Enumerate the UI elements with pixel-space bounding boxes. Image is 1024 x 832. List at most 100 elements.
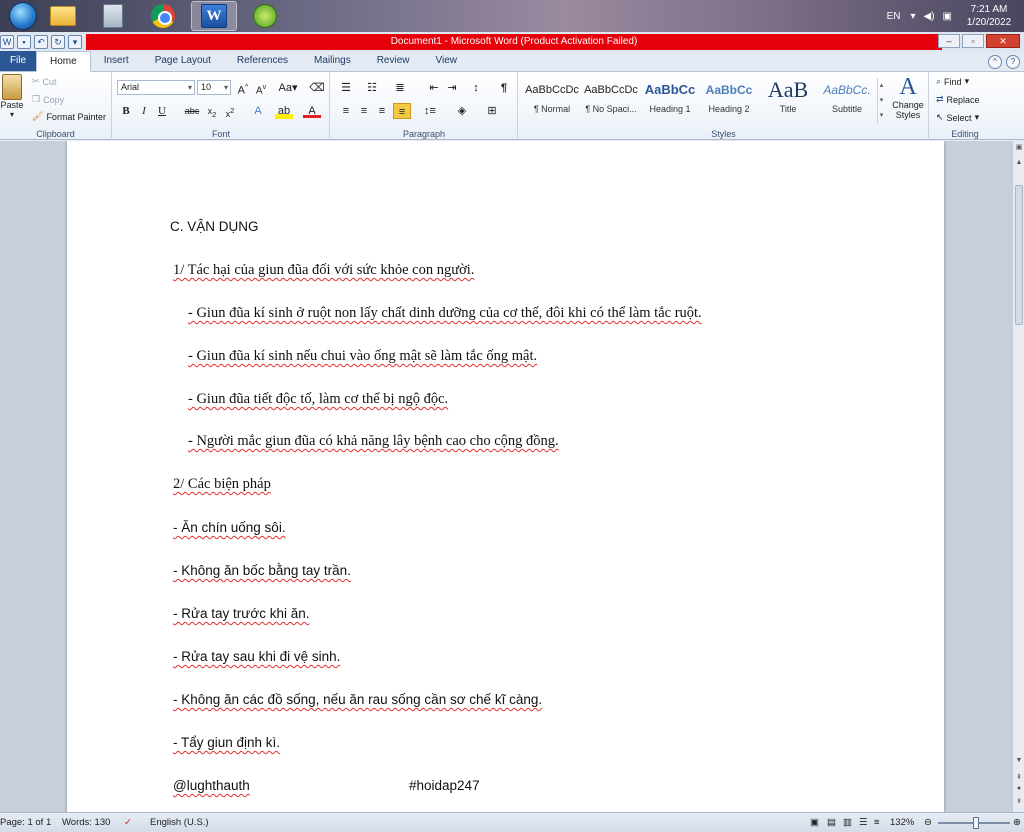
borders-icon[interactable]: ⊞ <box>483 103 501 119</box>
word-count[interactable]: Words: 130 <box>62 817 110 828</box>
language-indicator[interactable]: EN <box>887 11 901 22</box>
chevron-down-icon[interactable]: ▾ <box>910 11 915 22</box>
print-layout-icon[interactable]: ▣ <box>810 817 819 828</box>
redo-icon[interactable]: ↻ <box>51 35 65 49</box>
style-no-spacing[interactable]: AaBbCcDc ¶ No Spaci... <box>582 76 640 126</box>
sort-icon[interactable]: ↕ <box>467 80 485 96</box>
minimize-button[interactable]: – <box>938 34 960 48</box>
show-formatting-icon[interactable]: ¶ <box>495 80 513 96</box>
scroll-up-icon[interactable]: ▲ <box>1014 159 1024 169</box>
style-title[interactable]: AaB Title <box>759 76 817 126</box>
full-screen-reading-icon[interactable]: ▤ <box>827 817 836 828</box>
zoom-slider-handle[interactable] <box>973 817 979 829</box>
tab-insert[interactable]: Insert <box>91 51 142 71</box>
bullets-icon[interactable]: ☰ <box>337 80 355 96</box>
strikethrough-button[interactable]: abc <box>183 103 201 119</box>
next-page-icon[interactable]: ⇟ <box>1014 797 1024 807</box>
justify-icon[interactable]: ≡ <box>393 103 411 119</box>
outline-view-icon[interactable]: ☰ <box>859 817 868 828</box>
italic-button[interactable]: I <box>135 103 153 119</box>
font-name-select[interactable]: Arial <box>117 80 195 95</box>
align-left-icon[interactable]: ≡ <box>337 103 355 119</box>
grow-font-icon[interactable]: A^ <box>234 80 252 97</box>
taskbar-word-button[interactable]: W <box>191 1 237 31</box>
scroll-thumb[interactable] <box>1015 185 1023 325</box>
scroll-down-icon[interactable]: ▼ <box>1014 757 1024 767</box>
change-styles-icon: A <box>899 74 917 100</box>
styles-scroll[interactable]: ▴ ▾ ▾ <box>877 78 885 124</box>
paste-button[interactable]: Paste ▾ <box>0 74 24 119</box>
replace-label: Replace <box>946 94 980 105</box>
style-heading-2[interactable]: AaBbCc Heading 2 <box>700 76 758 126</box>
close-button[interactable]: ✕ <box>986 34 1020 48</box>
tab-page-layout[interactable]: Page Layout <box>142 51 224 71</box>
taskbar-calculator-button[interactable] <box>90 1 136 31</box>
replace-button[interactable]: ⇄ Replace <box>936 94 980 105</box>
subscript-button[interactable]: x2 <box>203 103 221 119</box>
maximize-button[interactable]: ▫ <box>962 34 984 48</box>
tab-view[interactable]: View <box>423 51 471 71</box>
line-spacing-icon[interactable]: ↕≡ <box>421 103 439 119</box>
underline-button[interactable]: U <box>153 103 171 119</box>
superscript-button[interactable]: x2 <box>221 103 239 119</box>
browse-object-icon[interactable]: ● <box>1014 785 1024 795</box>
volume-icon[interactable]: ◀) <box>924 11 935 22</box>
text-effects-icon[interactable]: A <box>249 103 267 119</box>
taskbar-explorer-button[interactable] <box>40 1 86 31</box>
style-normal[interactable]: AaBbCcDc ¶ Normal <box>523 76 581 126</box>
taskbar-chrome-button[interactable] <box>140 1 186 31</box>
style-subtitle[interactable]: AaBbCc. Subtitle <box>818 76 876 126</box>
find-button[interactable]: ⌕ Find ▾ <box>936 76 969 87</box>
clear-formatting-icon[interactable]: ⌫ <box>308 80 326 96</box>
format-painter-button[interactable]: 🖌 Format Painter <box>32 111 106 122</box>
undo-icon[interactable]: ↶ <box>34 35 48 49</box>
word-menu-icon[interactable]: W <box>0 35 14 49</box>
style-heading-1[interactable]: AaBbCc Heading 1 <box>641 76 699 126</box>
zoom-level[interactable]: 132% <box>890 817 914 828</box>
previous-page-icon[interactable]: ⇞ <box>1014 773 1024 783</box>
paintbrush-icon: 🖌 <box>32 111 44 121</box>
language-status[interactable]: English (U.S.) <box>150 817 209 828</box>
collapse-ribbon-icon[interactable]: ^ <box>988 55 1002 69</box>
numbering-icon[interactable]: ☷ <box>363 80 381 96</box>
ruler-toggle-icon[interactable]: ▣ <box>1014 143 1024 153</box>
taskbar-app-button[interactable] <box>242 1 288 31</box>
tab-review[interactable]: Review <box>364 51 423 71</box>
change-styles-button[interactable]: A Change Styles <box>889 74 927 120</box>
tab-file[interactable]: File <box>0 51 36 71</box>
cut-button[interactable]: ✂ Cut <box>32 76 57 87</box>
network-icon[interactable]: ▣ <box>943 11 952 22</box>
copy-button[interactable]: ❐ Copy <box>32 94 64 105</box>
zoom-out-icon[interactable]: ⊖ <box>924 817 932 828</box>
help-icon[interactable]: ? <box>1006 55 1020 69</box>
align-center-icon[interactable]: ≡ <box>355 103 373 119</box>
tab-references[interactable]: References <box>224 51 301 71</box>
font-color-icon[interactable]: A <box>303 103 321 118</box>
proofing-icon[interactable]: ✓ <box>124 817 132 828</box>
vertical-scrollbar[interactable]: ▣ ▲ ▼ ⇞ ● ⇟ <box>1012 141 1024 812</box>
select-button[interactable]: ↖ Select ▾ <box>936 112 979 123</box>
decrease-indent-icon[interactable]: ⇤ <box>425 80 443 96</box>
draft-view-icon[interactable]: ≡ <box>874 817 880 828</box>
shading-icon[interactable]: ◈ <box>453 103 471 119</box>
multilevel-list-icon[interactable]: ≣ <box>391 80 409 96</box>
save-icon[interactable]: ▪ <box>17 35 31 49</box>
customize-toolbar-icon[interactable]: ▾ <box>68 35 82 49</box>
section2-item: - Rửa tay sau khi đi vệ sinh. <box>173 649 341 664</box>
align-right-icon[interactable]: ≡ <box>373 103 391 119</box>
highlight-color-icon[interactable]: ab <box>275 103 293 119</box>
change-case-icon[interactable]: Aa▾ <box>276 80 300 96</box>
tab-mailings[interactable]: Mailings <box>301 51 364 71</box>
shrink-font-icon[interactable]: Av <box>252 80 270 96</box>
taskbar-clock[interactable]: 7:21 AM 1/20/2022 <box>958 3 1020 29</box>
zoom-in-icon[interactable]: ⊕ <box>1013 817 1021 828</box>
bold-button[interactable]: B <box>117 103 135 119</box>
increase-indent-icon[interactable]: ⇥ <box>443 80 461 96</box>
font-size-select[interactable]: 10 <box>197 80 231 95</box>
editing-group-label: Editing <box>951 129 979 139</box>
web-layout-icon[interactable]: ▥ <box>843 817 852 828</box>
page-count[interactable]: Page: 1 of 1 <box>0 817 51 828</box>
document-page[interactable]: C. VẬN DỤNG 1/ Tác hại của giun đũa đối … <box>67 141 944 812</box>
tab-home[interactable]: Home <box>36 51 91 72</box>
clipboard-group: Paste ▾ ✂ Cut ❐ Copy 🖌 Format Painter Clipb… <box>0 72 112 140</box>
